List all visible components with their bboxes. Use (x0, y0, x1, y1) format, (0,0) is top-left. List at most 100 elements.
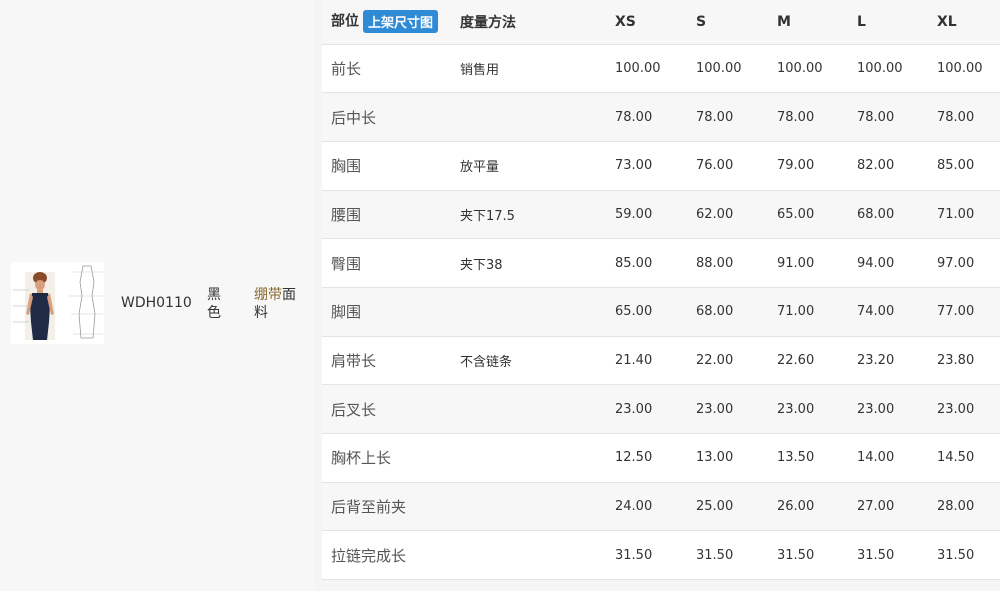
row-value: 13.00 (687, 433, 768, 483)
row-method: 销售用 (451, 44, 606, 94)
header-size-m: M (768, 0, 848, 45)
row-part: 前长 (322, 44, 451, 94)
row-value: 23.20 (848, 336, 928, 386)
row-value: 71.00 (768, 287, 848, 337)
row-part: 后中长 (322, 92, 451, 142)
row-value: 25.00 (687, 482, 768, 532)
table-row: 后叉长 23.00 23.00 23.00 23.00 23.00 (322, 384, 1000, 434)
row-value: 21.40 (606, 336, 687, 386)
row-method (451, 92, 606, 142)
header-method: 度量方法 (451, 0, 606, 45)
row-value: 23.00 (768, 384, 848, 434)
product-thumbnail[interactable] (11, 262, 104, 344)
row-value: 24.00 (606, 482, 687, 532)
row-value: 14.00 (848, 433, 928, 483)
row-part: 后背至前夹 (322, 482, 451, 532)
header-size-l: L (848, 0, 928, 45)
row-value: 31.50 (928, 530, 1000, 581)
product-material-link[interactable]: 绷带面料 (254, 286, 298, 322)
row-value: 100.00 (928, 44, 1000, 94)
row-value: 78.00 (687, 92, 768, 142)
row-value: 23.00 (928, 384, 1000, 434)
row-value: 27.00 (848, 482, 928, 532)
table-row: 后中长 78.00 78.00 78.00 78.00 78.00 (322, 92, 1000, 142)
product-material-highlight: 绷带 (254, 287, 282, 303)
row-part: 脚围 (322, 287, 451, 337)
row-value: 22.60 (768, 336, 848, 386)
row-value: 68.00 (687, 287, 768, 337)
row-value: 26.00 (768, 482, 848, 532)
row-value: 76.00 (687, 141, 768, 191)
row-value: 100.00 (606, 44, 687, 94)
size-table: 部位 上架尺寸图 度量方法 XS S M L XL 前长 销售用 100.00 100.… (322, 0, 1000, 581)
row-value: 73.00 (606, 141, 687, 191)
row-method (451, 287, 606, 337)
row-value: 85.00 (606, 238, 687, 288)
header-size-xs: XS (606, 0, 687, 45)
row-value: 77.00 (928, 287, 1000, 337)
row-method: 夹下17.5 (451, 190, 606, 240)
row-value: 78.00 (606, 92, 687, 142)
row-method: 放平量 (451, 141, 606, 191)
table-row: 胸杯上长 12.50 13.00 13.50 14.00 14.50 (322, 433, 1000, 483)
row-value: 22.00 (687, 336, 768, 386)
row-value: 78.00 (768, 92, 848, 142)
size-table-header: 部位 上架尺寸图 度量方法 XS S M L XL (322, 0, 1000, 45)
row-part: 拉链完成长 (322, 530, 451, 581)
row-value: 31.50 (848, 530, 928, 581)
row-part: 腰围 (322, 190, 451, 240)
row-value: 31.50 (687, 530, 768, 581)
row-value: 31.50 (768, 530, 848, 581)
row-method: 不含链条 (451, 336, 606, 386)
row-part: 胸围 (322, 141, 451, 191)
table-row: 臀围 夹下38 85.00 88.00 91.00 94.00 97.00 (322, 238, 1000, 288)
header-size-s: S (687, 0, 768, 45)
row-value: 78.00 (848, 92, 928, 142)
row-value: 78.00 (928, 92, 1000, 142)
row-value: 13.50 (768, 433, 848, 483)
header-part-label: 部位 (331, 13, 359, 30)
row-value: 68.00 (848, 190, 928, 240)
row-part: 胸杯上长 (322, 433, 451, 483)
row-method: 夹下38 (451, 238, 606, 288)
row-value: 88.00 (687, 238, 768, 288)
row-value: 62.00 (687, 190, 768, 240)
table-row: 胸围 放平量 73.00 76.00 79.00 82.00 85.00 (322, 141, 1000, 191)
row-value: 100.00 (848, 44, 928, 94)
row-value: 100.00 (768, 44, 848, 94)
upload-size-chart-button[interactable]: 上架尺寸图 (363, 10, 439, 34)
row-value: 79.00 (768, 141, 848, 191)
row-value: 28.00 (928, 482, 1000, 532)
row-value: 23.00 (606, 384, 687, 434)
table-row: 脚围 65.00 68.00 71.00 74.00 77.00 (322, 287, 1000, 337)
row-method (451, 482, 606, 532)
product-code: WDH0110 (121, 295, 192, 311)
row-value: 12.50 (606, 433, 687, 483)
row-value: 100.00 (687, 44, 768, 94)
row-method (451, 433, 606, 483)
header-size-xl: XL (928, 0, 1000, 45)
row-value: 31.50 (606, 530, 687, 581)
row-value: 82.00 (848, 141, 928, 191)
product-info-panel: WDH0110 黑色 绷带面料 (0, 0, 314, 591)
row-value: 71.00 (928, 190, 1000, 240)
row-part: 臀围 (322, 238, 451, 288)
header-part: 部位 上架尺寸图 (322, 0, 451, 45)
product-thumbnail-image (11, 262, 104, 344)
table-row: 肩带长 不含链条 21.40 22.00 22.60 23.20 23.80 (322, 336, 1000, 386)
row-value: 74.00 (848, 287, 928, 337)
row-value: 97.00 (928, 238, 1000, 288)
row-value: 14.50 (928, 433, 1000, 483)
product-color: 黑色 (207, 287, 221, 321)
table-row: 后背至前夹 24.00 25.00 26.00 27.00 28.00 (322, 482, 1000, 532)
row-value: 23.00 (687, 384, 768, 434)
row-value: 59.00 (606, 190, 687, 240)
row-value: 23.80 (928, 336, 1000, 386)
row-part: 后叉长 (322, 384, 451, 434)
row-value: 85.00 (928, 141, 1000, 191)
table-row: 拉链完成长 31.50 31.50 31.50 31.50 31.50 (322, 530, 1000, 581)
row-value: 65.00 (606, 287, 687, 337)
table-row: 前长 销售用 100.00 100.00 100.00 100.00 100.00 (322, 44, 1000, 94)
table-row: 腰围 夹下17.5 59.00 62.00 65.00 68.00 71.00 (322, 190, 1000, 240)
row-part: 肩带长 (322, 336, 451, 386)
